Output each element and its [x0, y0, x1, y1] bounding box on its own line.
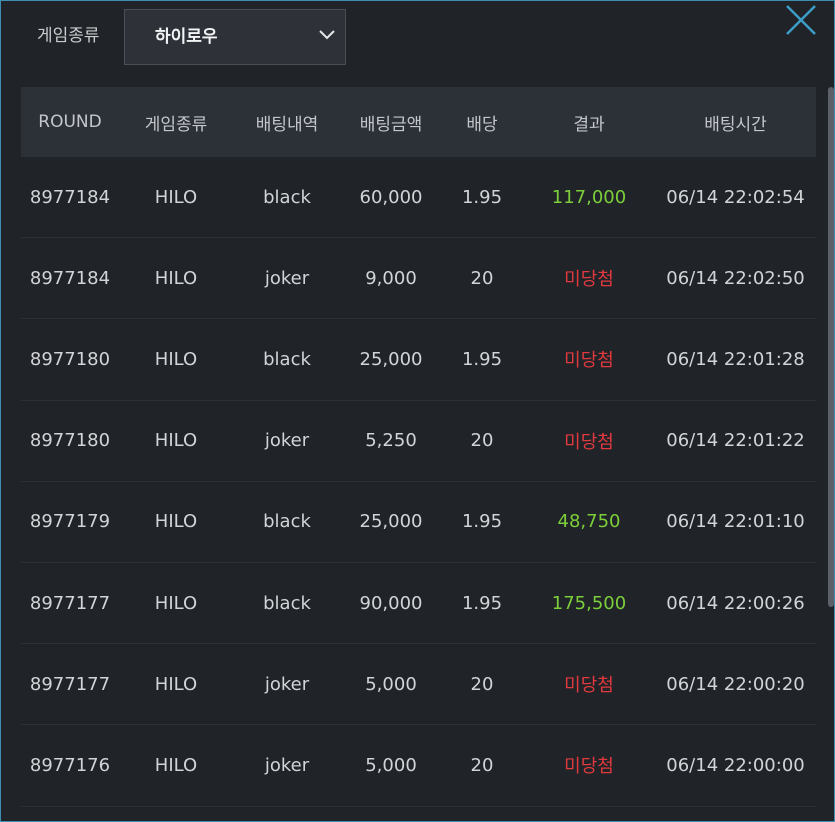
cell-time: 06/14 22:00:26	[666, 592, 805, 614]
cell-bet: black	[263, 511, 311, 533]
cell-result: 48,750	[557, 511, 621, 533]
table-row: 8977177 HILO black 90,000 1.95 175,500 06/14 2…	[21, 563, 816, 645]
table-row: 8977180 HILO joker 5,250 20 미당첨 06/14 22:01:22	[21, 401, 816, 482]
cell-round: 8977180	[29, 348, 111, 370]
cell-time: 06/14 22:00:20	[666, 673, 805, 695]
cell-bet: joker	[264, 673, 310, 695]
cell-time: 06/14 22:00:00	[666, 754, 805, 776]
cell-amount: 25,000	[359, 348, 423, 370]
cell-game: HILO	[154, 754, 198, 776]
cell-bet: joker	[264, 267, 310, 289]
cell-time: 06/14 22:01:22	[666, 430, 805, 452]
cell-game: HILO	[154, 430, 198, 452]
table-row: 8977180 HILO black 25,000 1.95 미당첨 06/14 22:01…	[21, 319, 816, 401]
close-icon[interactable]	[784, 3, 818, 37]
cell-odds: 1.95	[461, 592, 503, 614]
cell-game: HILO	[154, 348, 198, 370]
bet-history-modal: 게임종류 하이로우 ROUND 게임종류 배팅내역 배팅금액 배당 결과 배팅시…	[0, 0, 835, 822]
cell-round: 8977184	[29, 267, 111, 289]
filter-bar: 게임종류 하이로우	[1, 9, 834, 65]
cell-game: HILO	[154, 673, 198, 695]
cell-round: 8977177	[29, 592, 111, 614]
cell-bet: black	[263, 592, 311, 614]
cell-amount: 5,000	[365, 754, 417, 776]
column-header-round: ROUND	[38, 112, 102, 132]
cell-round: 8977176	[29, 754, 111, 776]
cell-amount: 60,000	[359, 186, 423, 208]
cell-bet: joker	[264, 754, 310, 776]
column-header-time: 배팅시간	[704, 114, 767, 135]
game-type-selected-value: 하이로우	[155, 27, 218, 47]
cell-bet: black	[263, 348, 311, 370]
cell-round: 8977184	[29, 186, 111, 208]
cell-odds: 1.95	[461, 348, 503, 370]
cell-odds: 1.95	[461, 511, 503, 533]
cell-result: 미당첨	[564, 350, 614, 372]
chevron-down-icon	[319, 30, 335, 40]
cell-result: 미당첨	[564, 675, 614, 697]
cell-amount: 90,000	[359, 592, 423, 614]
cell-game: HILO	[154, 186, 198, 208]
cell-odds: 20	[470, 267, 494, 289]
cell-game: HILO	[154, 511, 198, 533]
cell-odds: 1.95	[461, 186, 503, 208]
cell-amount: 5,000	[365, 673, 417, 695]
game-type-select[interactable]: 하이로우	[124, 9, 346, 65]
table-body: 8977184 HILO black 60,000 1.95 117,000 06/14 2…	[21, 157, 816, 807]
table-header: ROUND 게임종류 배팅내역 배팅금액 배당 결과 배팅시간	[21, 87, 816, 157]
cell-result: 175,500	[551, 592, 627, 614]
column-header-result: 결과	[573, 114, 605, 135]
cell-amount: 9,000	[365, 267, 417, 289]
cell-odds: 20	[470, 673, 494, 695]
cell-result: 117,000	[551, 186, 627, 208]
cell-result: 미당첨	[564, 431, 614, 453]
cell-time: 06/14 22:01:10	[666, 511, 805, 533]
cell-time: 06/14 22:01:28	[666, 348, 805, 370]
column-header-bet: 배팅내역	[255, 114, 319, 135]
cell-round: 8977179	[29, 511, 111, 533]
cell-game: HILO	[154, 267, 198, 289]
table-row: 8977179 HILO black 25,000 1.95 48,750 06/14 22…	[21, 482, 816, 563]
bet-history-table: ROUND 게임종류 배팅내역 배팅금액 배당 결과 배팅시간 8977184 H…	[21, 87, 816, 807]
cell-odds: 20	[470, 754, 494, 776]
cell-round: 8977177	[29, 673, 111, 695]
table-row: 8977184 HILO black 60,000 1.95 117,000 06/14 2…	[21, 157, 816, 239]
cell-result: 미당첨	[564, 269, 614, 291]
cell-time: 06/14 22:02:54	[666, 186, 805, 208]
column-header-game: 게임종류	[144, 114, 208, 135]
cell-odds: 20	[470, 430, 494, 452]
scrollbar[interactable]	[828, 87, 834, 607]
cell-bet: black	[263, 186, 311, 208]
table-row: 8977176 HILO joker 5,000 20 미당첨 06/14 22:00:00	[21, 725, 816, 807]
cell-amount: 25,000	[359, 511, 423, 533]
cell-time: 06/14 22:02:50	[666, 267, 805, 289]
game-type-label: 게임종류	[37, 26, 100, 46]
table-row: 8977184 HILO joker 9,000 20 미당첨 06/14 22:02:50	[21, 238, 816, 320]
column-header-odds: 배당	[466, 114, 498, 135]
cell-round: 8977180	[29, 430, 111, 452]
cell-bet: joker	[264, 430, 310, 452]
table-row: 8977177 HILO joker 5,000 20 미당첨 06/14 22:00:20	[21, 644, 816, 726]
column-header-amount: 배팅금액	[359, 114, 423, 135]
cell-game: HILO	[154, 592, 198, 614]
cell-result: 미당첨	[564, 756, 614, 778]
cell-amount: 5,250	[365, 430, 417, 452]
